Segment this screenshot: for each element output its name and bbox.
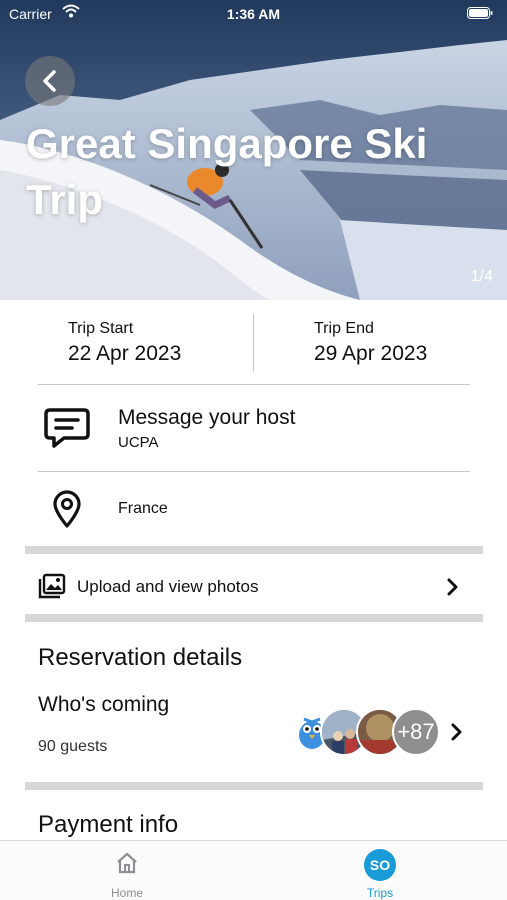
- tab-trips-label: Trips: [366, 886, 394, 900]
- trips-avatar-badge: SO: [364, 849, 396, 881]
- section-divider: [25, 782, 483, 790]
- tab-trips[interactable]: SO Trips: [320, 841, 440, 900]
- trip-end: Trip End 29 Apr 2023: [314, 320, 427, 366]
- photo-album-icon: [38, 573, 66, 599]
- trip-end-value: 29 Apr 2023: [314, 342, 428, 365]
- more-guests-avatar: +87: [392, 708, 440, 756]
- chevron-right-icon: [451, 723, 462, 741]
- upload-photos-label: Upload and view photos: [77, 577, 259, 596]
- map-pin-icon: [53, 490, 81, 528]
- hero-photo[interactable]: Carrier 1:36 AM Great Singapore Ski Trip…: [0, 0, 507, 300]
- upload-photos-row[interactable]: Upload and view photos: [25, 556, 483, 616]
- trip-start: Trip Start 22 Apr 2023: [68, 320, 181, 366]
- host-name: UCPA: [118, 434, 159, 451]
- location-text: France: [118, 500, 168, 517]
- section-divider: [25, 546, 483, 554]
- chat-bubble-icon: [44, 408, 90, 448]
- divider: [38, 384, 470, 385]
- guest-avatars[interactable]: +87: [288, 708, 488, 758]
- home-icon: [117, 852, 137, 874]
- date-divider: [253, 314, 254, 372]
- trip-title: Great Singapore Ski Trip: [26, 120, 428, 223]
- message-host-title: Message your host: [118, 406, 296, 429]
- battery-icon: [467, 7, 493, 19]
- reservation-details-heading: Reservation details: [38, 644, 243, 671]
- trip-dates: Trip Start 22 Apr 2023 Trip End 29 Apr 2…: [0, 300, 507, 386]
- section-divider: [25, 614, 483, 622]
- chevron-right-icon: [447, 578, 458, 596]
- trip-start-value: 22 Apr 2023: [68, 342, 182, 365]
- trip-end-label: Trip End: [314, 320, 374, 337]
- status-time: 1:36 AM: [226, 6, 281, 22]
- back-button[interactable]: [25, 56, 75, 106]
- guest-count: 90 guests: [38, 738, 108, 755]
- chevron-left-icon: [43, 70, 56, 92]
- photo-counter: 1/4: [470, 268, 493, 285]
- trip-start-label: Trip Start: [68, 320, 134, 337]
- status-bar: Carrier 1:36 AM: [0, 0, 507, 28]
- whos-coming-label: Who's coming: [38, 693, 170, 716]
- tab-home-label: Home: [110, 886, 143, 900]
- tab-bar: Home SO Trips: [0, 840, 507, 900]
- payment-info-heading: Payment info: [38, 811, 179, 838]
- tab-home[interactable]: Home: [67, 841, 187, 900]
- divider: [38, 471, 470, 472]
